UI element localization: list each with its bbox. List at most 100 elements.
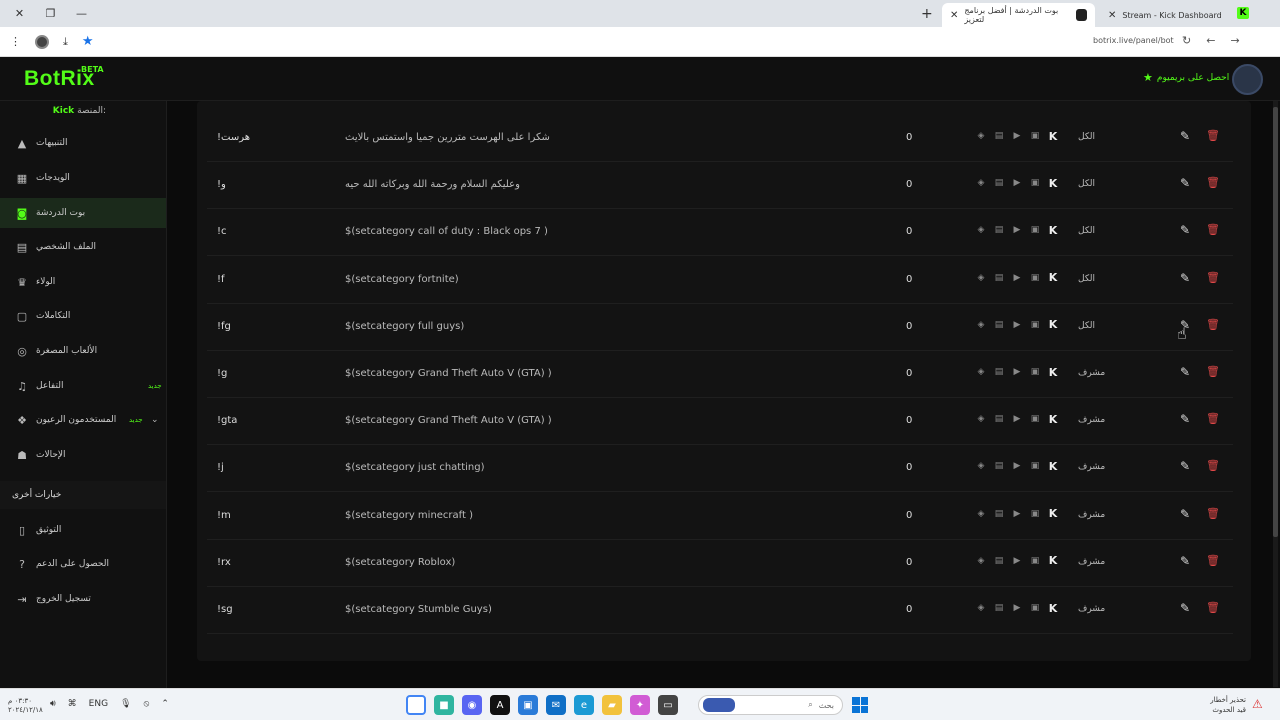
minimize-window-icon[interactable]: — — [66, 0, 97, 27]
discord-platform-icon[interactable]: ▣ — [1029, 224, 1041, 236]
tab-botrix[interactable]: ✕ بوت الدردشة | أفضل برنامج لتعزيز — [942, 3, 1095, 27]
edit-icon[interactable]: ✎ — [1180, 365, 1190, 379]
sidebar-item-2[interactable]: ◙ بوت الدردشة — [0, 198, 166, 228]
chevron-down-icon[interactable]: ⌄ — [151, 415, 159, 425]
profile-icon[interactable] — [35, 34, 49, 49]
wifi-icon[interactable]: ⌘ — [68, 699, 77, 709]
kick-platform-icon[interactable]: K — [1047, 507, 1059, 520]
trovo-platform-icon[interactable]: ◈ — [975, 555, 987, 567]
discord-icon[interactable]: ◉ — [462, 695, 482, 715]
kick-platform-icon[interactable]: K — [1047, 177, 1059, 190]
delete-icon[interactable]: 🗑︎ — [1206, 365, 1220, 378]
youtube-platform-icon[interactable]: ▶ — [1011, 366, 1023, 378]
get-premium-link[interactable]: ★ احصل على بريميوم — [1143, 71, 1229, 84]
microphone-icon[interactable]: 🎙︎ — [120, 699, 131, 709]
twitch-platform-icon[interactable]: ▤ — [993, 319, 1005, 331]
copilot-icon[interactable]: ✦ — [630, 695, 650, 715]
trovo-platform-icon[interactable]: ◈ — [975, 177, 987, 189]
close-tab-icon[interactable]: ✕ — [950, 10, 958, 21]
delete-icon[interactable]: 🗑︎ — [1206, 176, 1220, 189]
twitch-platform-icon[interactable]: ▤ — [993, 130, 1005, 142]
trovo-platform-icon[interactable]: ◈ — [975, 319, 987, 331]
youtube-platform-icon[interactable]: ▶ — [1011, 224, 1023, 236]
sidebar-item-0[interactable]: ▲ التنبيهات — [0, 128, 166, 158]
weather-widget[interactable]: تحذير أخطار قيد الحدوث — [1180, 695, 1246, 715]
maximize-window-icon[interactable]: ❐ — [35, 0, 66, 27]
explorer-icon[interactable]: ▰ — [602, 695, 622, 715]
url-text[interactable]: botrix.live/panel/bot — [1093, 36, 1174, 45]
twitch-platform-icon[interactable]: ▤ — [993, 413, 1005, 425]
tab-kick-dashboard[interactable]: ✕ Stream - Kick Dashboard — [1100, 3, 1230, 27]
sidebar-item-7[interactable]: ♫ التفاعل جديد — [0, 371, 166, 401]
tray-chevron-icon[interactable]: ⌃ — [161, 699, 169, 709]
edit-icon[interactable]: ✎ — [1180, 459, 1190, 473]
discord-platform-icon[interactable]: ▣ — [1029, 130, 1041, 142]
trovo-platform-icon[interactable]: ◈ — [975, 366, 987, 378]
taskview-icon[interactable]: ▭ — [658, 695, 678, 715]
trovo-platform-icon[interactable]: ◈ — [975, 602, 987, 614]
twitch-platform-icon[interactable]: ▤ — [993, 272, 1005, 284]
sidebar-other-item-2[interactable]: ⇥ تسجيل الخروج — [0, 584, 166, 614]
page-scrollbar[interactable] — [1273, 101, 1278, 687]
kick-platform-icon[interactable]: K — [1047, 271, 1059, 284]
new-tab-icon[interactable]: + — [921, 6, 933, 22]
sidebar-item-3[interactable]: ▤ الملف الشخصي — [0, 232, 166, 262]
edit-icon[interactable]: ✎ — [1180, 223, 1190, 237]
windows-start-icon[interactable] — [852, 697, 868, 713]
twitch-platform-icon[interactable]: ▤ — [993, 555, 1005, 567]
kick-platform-icon[interactable]: K — [1047, 366, 1059, 379]
youtube-platform-icon[interactable]: ▶ — [1011, 272, 1023, 284]
discord-platform-icon[interactable]: ▣ — [1029, 366, 1041, 378]
delete-icon[interactable]: 🗑︎ — [1206, 223, 1220, 236]
edit-icon[interactable]: ✎ — [1180, 129, 1190, 143]
twitch-platform-icon[interactable]: ▤ — [993, 460, 1005, 472]
teams-icon[interactable]: ■ — [434, 695, 454, 715]
youtube-platform-icon[interactable]: ▶ — [1011, 602, 1023, 614]
discord-platform-icon[interactable]: ▣ — [1029, 272, 1041, 284]
forward-icon[interactable]: → — [1230, 34, 1239, 47]
edge-icon[interactable]: e — [574, 695, 594, 715]
kick-platform-icon[interactable]: K — [1047, 554, 1059, 567]
delete-icon[interactable]: 🗑︎ — [1206, 554, 1220, 567]
twitch-platform-icon[interactable]: ▤ — [993, 177, 1005, 189]
discord-platform-icon[interactable]: ▣ — [1029, 177, 1041, 189]
language-indicator[interactable]: ENG — [89, 699, 108, 709]
user-avatar[interactable] — [1232, 64, 1263, 95]
back-icon[interactable]: ← — [1206, 34, 1215, 47]
discord-platform-icon[interactable]: ▣ — [1029, 602, 1041, 614]
edit-icon[interactable]: ✎ — [1180, 412, 1190, 426]
edit-icon[interactable]: ✎ — [1180, 507, 1190, 521]
edit-icon[interactable]: ✎ — [1180, 601, 1190, 615]
discord-platform-icon[interactable]: ▣ — [1029, 413, 1041, 425]
clock[interactable]: ٠٣:٣٠ م ٢٠٢٤/١٢/١٨ — [8, 697, 43, 715]
chrome-icon[interactable] — [406, 695, 426, 715]
network-icon[interactable]: ⦸ — [144, 699, 150, 709]
download-icon[interactable]: ⤓ — [63, 35, 68, 49]
kick-platform-icon[interactable]: K — [1047, 460, 1059, 473]
store-icon[interactable]: ▣ — [518, 695, 538, 715]
sidebar-item-1[interactable]: ▦ الويدجات — [0, 163, 166, 193]
sidebar-item-5[interactable]: ▢ التكاملات — [0, 301, 166, 331]
volume-icon[interactable]: 🔊︎ — [50, 699, 56, 709]
delete-icon[interactable]: 🗑︎ — [1206, 412, 1220, 425]
delete-icon[interactable]: 🗑︎ — [1206, 271, 1220, 284]
trovo-platform-icon[interactable]: ◈ — [975, 508, 987, 520]
sidebar-item-6[interactable]: ◎ الألعاب المصغرة — [0, 336, 166, 366]
discord-platform-icon[interactable]: ▣ — [1029, 319, 1041, 331]
discord-platform-icon[interactable]: ▣ — [1029, 508, 1041, 520]
youtube-platform-icon[interactable]: ▶ — [1011, 413, 1023, 425]
discord-platform-icon[interactable]: ▣ — [1029, 460, 1041, 472]
youtube-platform-icon[interactable]: ▶ — [1011, 508, 1023, 520]
delete-icon[interactable]: 🗑︎ — [1206, 601, 1220, 614]
youtube-platform-icon[interactable]: ▶ — [1011, 177, 1023, 189]
delete-icon[interactable]: 🗑︎ — [1206, 129, 1220, 142]
sidebar-other-item-1[interactable]: ? الحصول على الدعم — [0, 549, 166, 579]
edit-icon[interactable]: ✎ — [1180, 271, 1190, 285]
discord-platform-icon[interactable]: ▣ — [1029, 555, 1041, 567]
kick-platform-icon[interactable]: K — [1047, 318, 1059, 331]
trovo-platform-icon[interactable]: ◈ — [975, 413, 987, 425]
trovo-platform-icon[interactable]: ◈ — [975, 272, 987, 284]
kick-platform-icon[interactable]: K — [1047, 602, 1059, 615]
close-tab-icon[interactable]: ✕ — [1108, 10, 1116, 21]
reload-icon[interactable]: ↻ — [1182, 34, 1191, 47]
